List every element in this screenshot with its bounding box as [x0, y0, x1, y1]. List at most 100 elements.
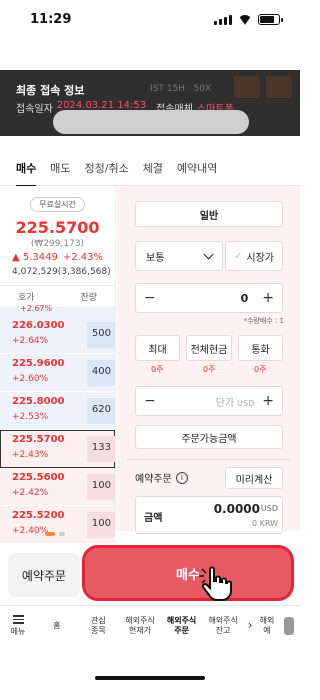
plus-icon[interactable]: +	[262, 290, 274, 306]
nav-scroll-handle[interactable]	[278, 606, 300, 645]
ask-rate: +2.64%	[12, 336, 49, 346]
scroll-handle-icon	[283, 616, 294, 635]
ask-qty: 620	[91, 404, 111, 415]
current-price: 225.5700	[15, 218, 100, 237]
nav-overseas-order[interactable]: 해외주식 주문	[161, 606, 203, 645]
bid-rate: +2.43%	[12, 450, 49, 460]
ask-price: 225.9600	[12, 358, 65, 369]
nav-overseas-price[interactable]: 해외주식 현재가	[119, 606, 161, 645]
orderable-amount-button[interactable]: 주문가능금액	[135, 425, 283, 449]
tab-sell[interactable]: 매도	[50, 150, 70, 186]
bid-price: 225.5600	[12, 472, 65, 483]
all-cash-button[interactable]: 전체현금	[186, 335, 232, 361]
divider	[127, 459, 290, 460]
orderbook-header: 호가 잔량	[0, 285, 115, 308]
trade-volume: 4,072,529(3,386,568)	[12, 267, 111, 277]
all-cash-qty: 0주	[203, 365, 216, 374]
orderbook-panel: 무료실시간 225.5700 (₩299,173) ▲ 5.3449 +2.43…	[0, 186, 116, 544]
bottom-nav: 메뉴 홈 관심 종목 해외주식 현재가 해외주식 주문 해외주식 잔고 › 해외…	[0, 605, 300, 645]
order-tabs: 매수 매도 정정/취소 체결 예약내역	[0, 150, 300, 187]
reserve-order-button[interactable]: 예약주문	[8, 553, 80, 597]
chevron-right-icon[interactable]: ›	[244, 606, 256, 645]
nav-home-label: 홈	[53, 620, 61, 630]
nav-overseas-order-label: 해외주식 주문	[166, 616, 197, 635]
ask-qty: 500	[91, 328, 111, 339]
amount-display: 금액 0.0000 USD 0 KRW	[135, 496, 283, 534]
check-icon: ✓	[234, 250, 243, 262]
clock: 11:29	[30, 12, 72, 27]
market-price-label: 시장가	[246, 252, 274, 264]
reserve-order-label: 예약주문 i	[135, 470, 188, 485]
quantity-value[interactable]: 0	[156, 292, 263, 305]
price-stepper[interactable]: − 단가 USD +	[135, 386, 283, 416]
status-bar: 11:29	[0, 0, 300, 36]
banner-title: 최종 접속 정보	[16, 84, 85, 97]
minus-icon[interactable]: −	[144, 393, 156, 409]
won-price: (₩299,173)	[30, 239, 85, 249]
realtime-badge[interactable]: 무료실시간	[30, 197, 85, 212]
order-type-button[interactable]: 일반	[135, 201, 283, 227]
signal-icon	[214, 15, 232, 25]
nav-interest-label: 관심 종목	[91, 616, 106, 635]
ask-row[interactable]: 226.0300 +2.64% 500	[0, 316, 115, 354]
quantity-multiple-note: *수량배수 : 1	[243, 317, 284, 325]
nav-interest[interactable]: 관심 종목	[78, 606, 120, 645]
ask-row[interactable]: 225.9600 +2.60% 400	[0, 354, 115, 392]
battery-icon	[258, 14, 283, 25]
quantity-stepper[interactable]: − 0 +	[135, 283, 283, 313]
wifi-icon	[238, 15, 252, 25]
tab-modify-cancel[interactable]: 정정/취소	[85, 150, 129, 186]
price-unit: USD	[237, 398, 255, 408]
change-value: ▲ 5.3449	[12, 252, 58, 263]
bid-price: 225.5700	[12, 434, 65, 445]
market-price-toggle[interactable]: ✓ 시장가	[225, 241, 283, 271]
access-date-label: 접속일자	[16, 104, 53, 115]
status-icons	[214, 14, 283, 25]
ask-price: 225.8000	[12, 396, 65, 407]
plus-icon[interactable]: +	[262, 393, 274, 409]
tab-buy[interactable]: 매수	[16, 150, 37, 187]
reserve-order-text: 예약주문	[135, 474, 172, 485]
bid-qty: 133	[91, 442, 111, 453]
price-input[interactable]: 단가 USD	[156, 394, 263, 409]
nav-overseas-balance-label: 해외주식 잔고	[208, 616, 238, 635]
bid-row-current[interactable]: 225.5700 +2.43% 133	[0, 430, 115, 468]
bid-qty: 100	[91, 518, 111, 529]
bid-row[interactable]: 225.5200 +2.40% 100	[0, 506, 115, 544]
nav-menu[interactable]: 메뉴	[0, 606, 36, 645]
partial-rate: +2.67%	[20, 304, 53, 313]
amount-krw: 0 KRW	[251, 519, 278, 528]
bid-row[interactable]: 225.5600 +2.42% 100	[0, 468, 115, 506]
chevron-down-icon	[203, 249, 214, 259]
currency-button[interactable]: 통화	[238, 335, 283, 361]
nav-overseas-balance[interactable]: 해외주식 잔고	[202, 606, 244, 645]
currency-qty: 0주	[254, 365, 267, 374]
hand-pointer-icon	[199, 566, 232, 601]
nav-overseas-price-label: 해외주식 현재가	[125, 616, 155, 635]
obscured-header-text: IST 15H · 50X	[150, 84, 212, 94]
amount-value: 0.0000	[213, 502, 260, 516]
buy-button[interactable]: 매수	[82, 545, 294, 601]
quote-summary: 무료실시간 225.5700 (₩299,173) ▲ 5.3449 +2.43…	[0, 186, 115, 277]
order-kind-value: 보통	[146, 252, 165, 264]
menu-icon	[12, 615, 24, 624]
max-button[interactable]: 최대	[135, 335, 180, 361]
nav-home[interactable]: 홈	[36, 606, 78, 645]
bottom-actions: 예약주문 매수	[0, 545, 300, 605]
price-change: ▲ 5.3449 +2.43%	[8, 252, 107, 263]
tab-executions[interactable]: 체결	[143, 150, 163, 186]
preview-calc-button[interactable]: 미리계산	[225, 467, 283, 489]
price-column-header: 호가	[18, 293, 35, 303]
nav-more-label: 해외 예	[259, 616, 275, 635]
ask-row[interactable]: 225.8000 +2.53% 620	[0, 392, 115, 430]
nav-more[interactable]: 해외 예	[256, 606, 278, 645]
ask-rate: +2.53%	[12, 412, 49, 422]
minus-icon[interactable]: −	[144, 290, 156, 306]
orderbook-partial-row: +2.67%	[0, 304, 115, 316]
ask-rate: +2.60%	[12, 374, 49, 384]
tab-reservations[interactable]: 예약내역	[177, 150, 217, 186]
ask-price: 226.0300	[12, 320, 65, 331]
info-icon[interactable]: i	[175, 471, 188, 484]
masked-field	[53, 110, 249, 134]
order-kind-select[interactable]: 보통	[135, 241, 223, 271]
